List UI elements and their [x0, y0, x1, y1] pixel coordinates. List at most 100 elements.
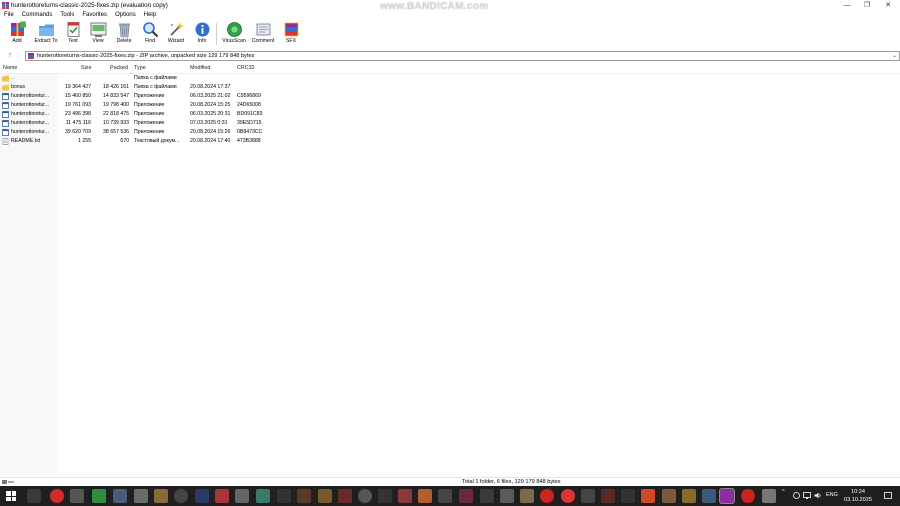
column-header-type[interactable]: Type	[134, 64, 146, 73]
record-icon[interactable]	[561, 489, 575, 503]
winrar-taskbar-icon[interactable]	[720, 489, 734, 503]
find-button[interactable]: Find	[137, 21, 163, 48]
table-row[interactable]: hunterottoretur... 23 496 398 22 818 475…	[0, 110, 900, 119]
minimize-button[interactable]: —	[837, 0, 857, 11]
table-row[interactable]: .. Папка с файлами	[0, 74, 900, 83]
archive-path-field[interactable]: hunterottoreturns-classic-2025-fixes.zip…	[25, 51, 900, 61]
menu-commands[interactable]: Commands	[18, 11, 57, 20]
test-button[interactable]: Test	[60, 21, 86, 48]
extract-to-button[interactable]: Extract To	[32, 21, 60, 48]
up-one-level-button[interactable]: ↑	[5, 51, 15, 61]
app-green-icon[interactable]	[92, 489, 106, 503]
app-icon[interactable]	[338, 489, 352, 503]
extract-folder-icon	[38, 24, 54, 36]
column-header-modified[interactable]: Modified	[190, 64, 210, 73]
app-icon[interactable]	[662, 489, 676, 503]
menu-file[interactable]: File	[0, 11, 18, 20]
menu-tools[interactable]: Tools	[56, 11, 78, 20]
network-icon[interactable]	[803, 492, 811, 499]
table-row[interactable]: hunterottoretur... 11 475 116 10 739 933…	[0, 119, 900, 128]
application-icon	[2, 111, 9, 118]
app-icon[interactable]	[418, 489, 432, 503]
column-header-crc32[interactable]: CRC32	[237, 64, 255, 73]
app-icon[interactable]	[318, 489, 332, 503]
table-row[interactable]: hunterottoretur... 15 460 850 14 833 547…	[0, 92, 900, 101]
app-icon[interactable]	[358, 489, 372, 503]
app-icon[interactable]	[277, 489, 291, 503]
table-row[interactable]: bonus 19 364 427 18 426 161 Папка с файл…	[0, 83, 900, 92]
info-button[interactable]: Info	[189, 21, 215, 48]
windows-start-icon[interactable]	[6, 491, 16, 501]
steam-icon[interactable]	[70, 489, 84, 503]
delete-button[interactable]: Delete	[111, 21, 137, 48]
menu-options[interactable]: Options	[111, 11, 140, 20]
comment-button[interactable]: Comment	[249, 21, 277, 48]
app-navy-icon[interactable]	[195, 489, 209, 503]
opera-gx-icon[interactable]	[540, 489, 554, 503]
app-icon[interactable]	[378, 489, 392, 503]
app-icon[interactable]	[297, 489, 311, 503]
app-icon[interactable]	[581, 489, 595, 503]
opera-icon[interactable]	[50, 489, 64, 503]
status-bar: Total 1 folder, 6 files, 129 179 848 byt…	[0, 477, 900, 486]
column-header-packed[interactable]: Packed	[110, 64, 128, 73]
app-dark-icon[interactable]	[174, 489, 188, 503]
folder-icon	[2, 84, 9, 91]
virus-scan-icon	[226, 22, 242, 37]
app-brown-icon[interactable]	[154, 489, 168, 503]
app-icon[interactable]	[500, 489, 514, 503]
clock[interactable]: 10:24 03.10.2025	[842, 488, 874, 504]
table-row[interactable]: README.txt 1 255 670 Текстовый докум... …	[0, 137, 900, 146]
column-header-size[interactable]: Size	[81, 64, 92, 73]
restore-button[interactable]: ❐	[857, 0, 877, 11]
app-icon[interactable]	[641, 489, 655, 503]
address-bar: ↑ hunterottoreturns-classic-2025-fixes.z…	[0, 50, 900, 62]
application-icon	[2, 102, 9, 109]
title-bar: hunterottoreturns-classic-2025-fixes.zip…	[0, 0, 900, 12]
menu-help[interactable]: Help	[140, 11, 160, 20]
path-dropdown-icon[interactable]: ⌄	[892, 52, 897, 59]
table-row[interactable]: hunterottoretur... 39 620 709 38 657 536…	[0, 128, 900, 137]
drive-status-icon	[2, 480, 14, 484]
status-summary: Total 1 folder, 6 files, 129 179 848 byt…	[462, 479, 561, 485]
app-icon[interactable]	[398, 489, 412, 503]
tray-overflow-icon[interactable]: ^	[782, 489, 785, 495]
wizard-button[interactable]: Wizard	[163, 21, 189, 48]
language-indicator[interactable]: ENG	[826, 492, 838, 498]
column-header-name[interactable]: Name	[3, 64, 17, 73]
table-row[interactable]: hunterottoretur... 19 761 093 19 798 400…	[0, 101, 900, 110]
app-icon[interactable]	[459, 489, 473, 503]
test-checklist-icon	[67, 22, 79, 37]
bandicam-icon[interactable]	[741, 489, 755, 503]
sfx-button[interactable]: SFX	[278, 21, 304, 48]
app-icon[interactable]	[762, 489, 776, 503]
task-view-icon[interactable]	[27, 489, 41, 503]
app-red-icon[interactable]	[215, 489, 229, 503]
app-icon[interactable]	[520, 489, 534, 503]
app-teal-icon[interactable]	[256, 489, 270, 503]
taskbar: ^ ENG 10:24 03.10.2025	[0, 486, 900, 506]
app-icon[interactable]	[601, 489, 615, 503]
toolbar-separator	[216, 23, 217, 45]
trash-icon	[118, 23, 130, 38]
file-list: Name Size Packed Type Modified CRC32 .. …	[0, 62, 900, 476]
add-button[interactable]: Add	[4, 21, 30, 48]
virusscan-button[interactable]: VirusScan	[220, 21, 248, 48]
app-blue-icon[interactable]	[113, 489, 127, 503]
app-icon[interactable]	[438, 489, 452, 503]
menu-favorites[interactable]: Favorites	[78, 11, 111, 20]
tray-app-icon[interactable]	[793, 492, 800, 499]
notifications-icon[interactable]	[884, 492, 892, 500]
view-button[interactable]: View	[85, 21, 111, 48]
app-icon[interactable]	[702, 489, 716, 503]
toolbar: Add Extract To Test View Delete Find Wiz…	[0, 20, 900, 48]
volume-icon[interactable]	[814, 492, 822, 499]
app-icon[interactable]	[235, 489, 249, 503]
app-icon[interactable]	[621, 489, 635, 503]
app-icon[interactable]	[480, 489, 494, 503]
zip-archive-icon	[28, 53, 34, 59]
app-icon[interactable]	[682, 489, 696, 503]
app-gray-icon[interactable]	[134, 489, 148, 503]
close-button[interactable]: ✕	[878, 0, 898, 11]
add-archive-icon	[10, 21, 26, 36]
